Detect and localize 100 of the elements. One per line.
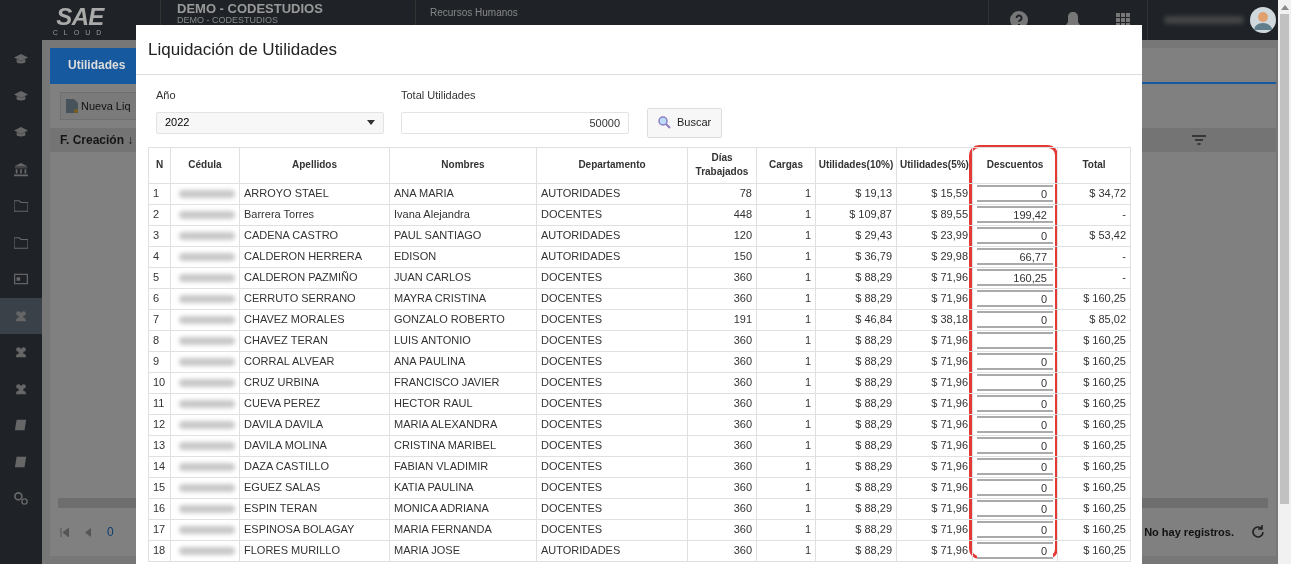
blurred-text: [179, 378, 235, 387]
table-cell: $ 71,96: [896, 414, 973, 435]
total-input[interactable]: 50000: [401, 111, 629, 134]
discount-input[interactable]: 0: [972, 477, 1058, 498]
column-header: Utilidades(5%): [896, 147, 973, 183]
table-cell: $ 160,25: [1057, 456, 1131, 477]
discount-input[interactable]: 0: [972, 498, 1058, 519]
first-page-icon[interactable]: [60, 527, 69, 537]
discount-input[interactable]: 0: [972, 456, 1058, 477]
discount-input[interactable]: 0: [972, 288, 1058, 309]
table-cell: -: [1057, 246, 1131, 267]
filter-icon[interactable]: [1192, 135, 1206, 145]
table-cell: $ 71,96: [896, 540, 973, 561]
blurred-text: [179, 252, 235, 261]
table-cell: $ 160,25: [1057, 414, 1131, 435]
table-cell: CORRAL ALVEAR: [239, 351, 390, 372]
table-cell: DOCENTES: [536, 204, 688, 225]
company-subtitle: DEMO - CODESTUDIOS: [177, 16, 279, 25]
table-cell: 1: [756, 498, 816, 519]
table-cell: 150: [687, 246, 757, 267]
table-cell: $ 71,96: [896, 393, 973, 414]
table-cell: $ 71,96: [896, 435, 973, 456]
dialog-title: Liquidación de Utilidades: [148, 38, 338, 61]
discount-input[interactable]: 0: [972, 309, 1058, 330]
table-cell: ANA MARIA: [389, 183, 537, 204]
table-cell: MAYRA CRISTINA: [389, 288, 537, 309]
discount-input[interactable]: 0: [972, 225, 1058, 246]
table-cell: $ 88,29: [815, 267, 897, 288]
table-cell: 360: [687, 288, 757, 309]
table-cell: 1: [756, 477, 816, 498]
discount-input[interactable]: 0: [972, 393, 1058, 414]
blurred-text: [179, 336, 235, 345]
search-button[interactable]: Buscar: [647, 107, 723, 138]
table-cell: DAVILA DAVILA: [239, 414, 390, 435]
folder-icon: [14, 235, 28, 250]
table-cell: 9: [148, 351, 171, 372]
table-cell: 1: [756, 519, 816, 540]
blurred-text: [179, 525, 235, 534]
column-header: Apellidos: [239, 147, 390, 183]
scroll-up-icon[interactable]: [1280, 5, 1289, 10]
discount-input[interactable]: 0: [972, 519, 1058, 540]
column-header: Total: [1057, 147, 1131, 183]
table-cell: $ 88,29: [815, 540, 897, 561]
column-header: N: [148, 147, 171, 183]
sidebar-item[interactable]: [0, 297, 42, 334]
discount-input[interactable]: 0: [972, 540, 1058, 561]
discount-input[interactable]: 0: [972, 183, 1058, 204]
new-button[interactable]: Nueva Liq: [60, 92, 137, 120]
table-cell: $ 160,25: [1057, 540, 1131, 561]
refresh-icon[interactable]: [1250, 524, 1266, 540]
table-cell: CALDERON PAZMIÑO: [239, 267, 390, 288]
column-header[interactable]: F. Creación ↓: [60, 131, 134, 149]
table-cell: DOCENTES: [536, 498, 688, 519]
users-icon: [14, 381, 28, 396]
discount-input[interactable]: 66,77: [972, 246, 1058, 267]
folder-icon: [14, 199, 28, 214]
blurred-text: [179, 294, 235, 303]
logo-text: SAE: [56, 4, 104, 29]
table-cell: $ 88,29: [815, 498, 897, 519]
table-cell: 360: [687, 456, 757, 477]
discount-input[interactable]: 199,42: [972, 204, 1058, 225]
table-cell: $ 71,96: [896, 288, 973, 309]
table-cell: $ 29,98: [896, 246, 973, 267]
blurred-text: [179, 420, 235, 429]
table-cell: $ 88,29: [815, 393, 897, 414]
discount-input[interactable]: 0: [972, 372, 1058, 393]
column-header: Días Trabajados: [687, 147, 757, 183]
column-header: Descuentos: [972, 147, 1058, 183]
table-cell: DOCENTES: [536, 519, 688, 540]
avatar-icon[interactable]: [1250, 7, 1276, 33]
table-cell: $ 71,96: [896, 372, 973, 393]
blurred-text: [179, 210, 235, 219]
table-cell: $ 53,42: [1057, 225, 1131, 246]
table-cell: $ 88,29: [815, 288, 897, 309]
table-cell: 1: [756, 456, 816, 477]
table-cell: 15: [148, 477, 171, 498]
table-cell: EGUEZ SALAS: [239, 477, 390, 498]
table-cell: 1: [756, 393, 816, 414]
table-cell: 12: [148, 414, 171, 435]
table-cell: CALDERON HERRERA: [239, 246, 390, 267]
table-cell: $ 71,96: [896, 498, 973, 519]
discount-input[interactable]: [972, 330, 1058, 351]
gears-icon: [14, 491, 28, 506]
table-cell: $ 71,96: [896, 267, 973, 288]
table-cell: 1: [756, 225, 816, 246]
discount-input[interactable]: 0: [972, 351, 1058, 372]
previous-page-icon[interactable]: [85, 527, 91, 537]
discount-input[interactable]: 0: [972, 414, 1058, 435]
discount-input[interactable]: 0: [972, 435, 1058, 456]
book-icon: [14, 418, 28, 433]
company-name: DEMO - CODESTUDIOS: [177, 2, 324, 16]
column-header: Departamento: [536, 147, 688, 183]
table-cell: GONZALO ROBERTO: [389, 309, 537, 330]
table-cell: PAUL SANTIAGO: [389, 225, 537, 246]
year-dropdown[interactable]: 2022: [156, 111, 384, 134]
table-cell: 360: [687, 540, 757, 561]
column-header: Cargas: [756, 147, 816, 183]
scrollbar[interactable]: [1278, 0, 1291, 564]
table-cell: $ 160,25: [1057, 435, 1131, 456]
discount-input[interactable]: 160,25: [972, 267, 1058, 288]
